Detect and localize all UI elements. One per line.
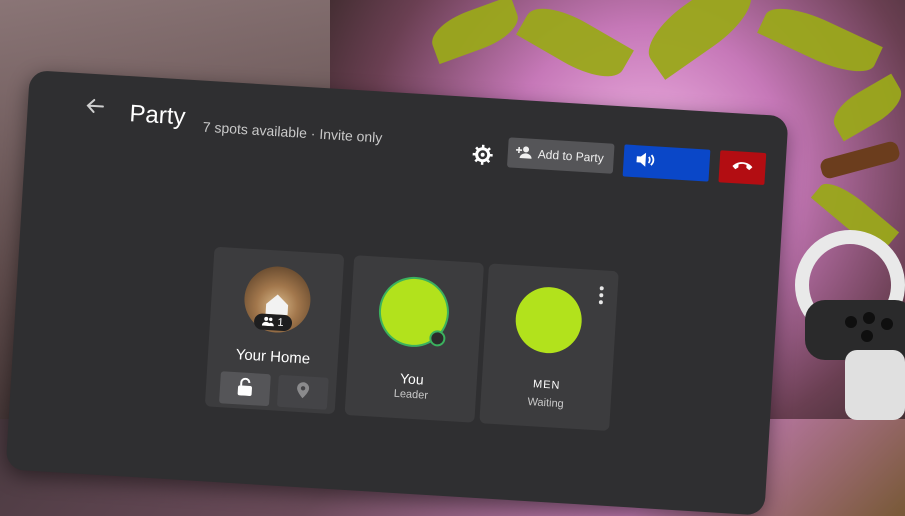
controller-button [861,330,873,342]
home-card[interactable]: 1 Your Home [204,246,345,415]
party-panel: Party 7 spots available · Invite only Ad… [5,70,789,516]
location-button[interactable] [276,374,329,410]
home-occupancy-count: 1 [277,316,284,329]
add-person-icon [515,144,532,162]
vr-controller [790,230,905,420]
page-title: Party [128,100,187,131]
member-card-other[interactable]: MEN Waiting [479,263,619,432]
controller-handle [845,350,905,420]
volume-button[interactable] [622,144,711,182]
party-subtitle: 7 spots available · Invite only [202,118,383,146]
settings-gear-icon[interactable] [470,142,495,167]
more-options-kebab-icon[interactable] [598,286,606,305]
add-to-party-label: Add to Party [537,147,605,166]
location-icon [295,380,310,404]
volume-icon [635,151,656,173]
end-call-icon [731,158,754,177]
lock-icon [236,377,253,401]
controller-button [845,316,857,328]
add-to-party-button[interactable]: Add to Party [506,137,615,174]
back-arrow-icon[interactable] [82,93,107,118]
controller-button [881,318,893,330]
home-occupancy-badge: 1 [253,313,293,332]
avatar [513,285,584,356]
lock-button[interactable] [219,371,271,407]
people-icon [262,315,275,329]
member-card-you[interactable]: You Leader [344,255,485,423]
leave-party-button[interactable] [718,150,767,186]
mic-icon [428,329,446,347]
member-name: MEN [532,378,561,392]
home-name: Your Home [235,346,311,368]
controller-button [863,312,875,324]
member-status: Waiting [527,396,565,411]
